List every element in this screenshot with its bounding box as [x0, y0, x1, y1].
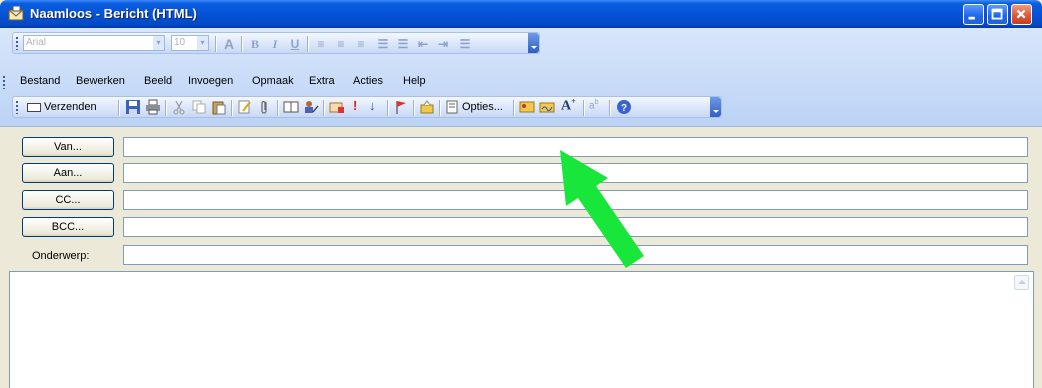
spelling-icon[interactable]	[237, 99, 253, 115]
align-left-icon[interactable]: ≡	[313, 36, 329, 52]
scroll-up-button[interactable]	[1014, 275, 1029, 290]
help-icon[interactable]: ?	[616, 99, 632, 115]
font-size-value: 10	[174, 37, 186, 48]
font-name-value: Arial	[26, 37, 47, 48]
envelope-icon	[27, 102, 41, 112]
bold-icon[interactable]: B	[247, 36, 263, 52]
numbered-list-icon[interactable]: ☰	[375, 36, 391, 52]
toolbar-grip[interactable]	[16, 101, 18, 114]
menu-acties[interactable]: Acties	[353, 75, 383, 87]
underline-icon[interactable]: U	[287, 36, 303, 52]
align-center-icon[interactable]: ≡	[333, 36, 349, 52]
paste-icon[interactable]	[211, 99, 227, 115]
toolbar-options-chevron-icon[interactable]	[528, 33, 539, 53]
close-button[interactable]	[1011, 4, 1032, 25]
window-title: Naamloos - Bericht (HTML)	[30, 6, 197, 21]
toolbar-separator	[513, 100, 515, 116]
save-icon[interactable]	[125, 99, 141, 115]
standard-toolbar: Verzenden ! ↓ Opties... A+ ab ?	[12, 96, 722, 118]
toolbar-separator	[231, 100, 233, 116]
copy-icon[interactable]	[191, 99, 207, 115]
business-card-icon[interactable]	[519, 99, 535, 115]
cc-button[interactable]: CC...	[22, 190, 114, 210]
message-header-form: Van... Aan... CC... BCC... Onderwerp:	[0, 127, 1042, 388]
subject-label: Onderwerp:	[32, 250, 90, 262]
decrease-indent-icon[interactable]: ⇤	[415, 36, 431, 52]
italic-icon[interactable]: I	[267, 36, 283, 52]
message-window: Naamloos - Bericht (HTML) Arial ▾ 10 ▾ A	[0, 0, 1042, 388]
toolbar-area: Arial ▾ 10 ▾ A B I U ≡ ≡ ≡ ☰ ☰ ⇤ ⇥ ☰ Bes…	[0, 28, 1042, 127]
menu-bestand[interactable]: Bestand	[20, 75, 60, 87]
menu-help[interactable]: Help	[403, 75, 426, 87]
toolbar-grip[interactable]	[16, 37, 18, 50]
menu-bewerken[interactable]: Bewerken	[76, 75, 125, 87]
font-name-select[interactable]: Arial ▾	[23, 35, 165, 51]
options-button-label: Opties...	[462, 101, 503, 113]
menu-beeld[interactable]: Beeld	[144, 75, 172, 87]
toolbar-options-chevron-icon[interactable]	[710, 97, 721, 117]
font-color-icon[interactable]: A	[221, 36, 237, 52]
low-importance-icon[interactable]: ↓	[369, 98, 376, 113]
check-names-icon[interactable]	[303, 99, 319, 115]
menu-invoegen[interactable]: Invoegen	[188, 75, 233, 87]
from-button[interactable]: Van...	[22, 137, 114, 157]
svg-text:?: ?	[621, 103, 627, 114]
chevron-down-icon: ▾	[197, 36, 208, 50]
flag-envelope-icon[interactable]	[329, 99, 345, 115]
toolbar-separator	[307, 36, 309, 52]
chevron-down-icon: ▾	[153, 36, 164, 50]
bcc-button[interactable]: BCC...	[22, 217, 114, 237]
toolbar-separator	[583, 100, 585, 116]
attach-paperclip-icon[interactable]	[257, 99, 273, 115]
menu-opmaak[interactable]: Opmaak	[252, 75, 294, 87]
annotation-arrow-icon	[560, 150, 644, 268]
high-importance-icon[interactable]: !	[353, 98, 357, 113]
research-icon[interactable]: ab	[589, 99, 598, 111]
follow-up-flag-icon[interactable]	[393, 99, 409, 115]
maximize-button[interactable]	[987, 4, 1008, 25]
toolbar-separator	[387, 100, 389, 116]
close-icon	[1016, 9, 1026, 19]
toolbar-separator	[118, 100, 120, 116]
title-bar[interactable]: Naamloos - Bericht (HTML)	[0, 0, 1042, 28]
formatting-toolbar: Arial ▾ 10 ▾ A B I U ≡ ≡ ≡ ☰ ☰ ⇤ ⇥ ☰	[12, 32, 540, 54]
permission-icon[interactable]	[419, 99, 435, 115]
options-button[interactable]: Opties...	[445, 98, 503, 116]
toolbar-separator	[277, 100, 279, 116]
cut-icon[interactable]	[171, 99, 187, 115]
bullet-list-icon[interactable]: ☰	[395, 36, 411, 52]
send-button-label: Verzenden	[44, 101, 97, 113]
toolbar-grip[interactable]	[3, 76, 5, 89]
horizontal-line-icon[interactable]: ☰	[457, 36, 473, 52]
font-size-increase-icon[interactable]: A+	[561, 97, 576, 115]
mail-envelope-icon	[8, 6, 24, 21]
send-button[interactable]: Verzenden	[27, 98, 97, 116]
toolbar-separator	[323, 100, 325, 116]
print-icon[interactable]	[145, 99, 161, 115]
toolbar-separator	[413, 100, 415, 116]
font-size-select[interactable]: 10 ▾	[171, 35, 209, 51]
address-book-icon[interactable]	[283, 99, 299, 115]
minimize-icon	[968, 16, 975, 20]
toolbar-separator	[165, 100, 167, 116]
toolbar-separator	[215, 36, 217, 52]
increase-indent-icon[interactable]: ⇥	[435, 36, 451, 52]
message-body-editor[interactable]	[9, 271, 1034, 388]
align-right-icon[interactable]: ≡	[353, 36, 369, 52]
options-document-icon	[446, 100, 458, 114]
menu-bar: Bestand Bewerken Beeld Invoegen Opmaak E…	[3, 72, 1032, 92]
signature-icon[interactable]	[539, 99, 555, 115]
menu-extra[interactable]: Extra	[309, 75, 335, 87]
maximize-icon	[991, 8, 1003, 20]
toolbar-separator	[241, 36, 243, 52]
minimize-button[interactable]	[963, 4, 984, 25]
toolbar-separator	[609, 100, 611, 116]
to-button[interactable]: Aan...	[22, 163, 114, 183]
toolbar-separator	[439, 100, 441, 116]
